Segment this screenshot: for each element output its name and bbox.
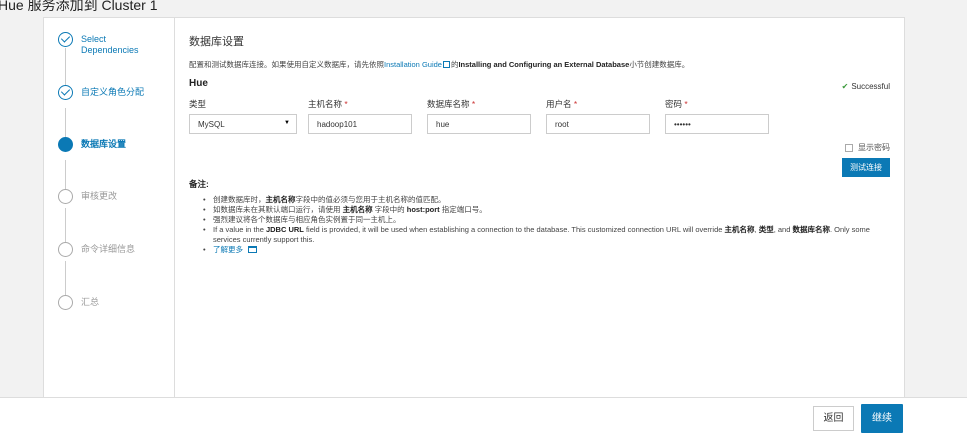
section-description: 配置和测试数据库连接。如果使用自定义数据库，请先依照Installation G…	[189, 60, 690, 69]
host-field: 主机名称 * hadoop101	[308, 98, 412, 134]
external-link-icon[interactable]	[442, 61, 450, 68]
password-input[interactable]: ••••••	[665, 114, 769, 134]
show-password-label: 显示密码	[858, 143, 890, 152]
list-item: 强烈建议将各个数据库与相应角色实例置于同一主机上。	[203, 215, 893, 225]
dbname-input[interactable]: hue	[427, 114, 531, 134]
back-button[interactable]: 返回	[813, 406, 854, 431]
window-icon[interactable]	[248, 246, 257, 253]
user-field: 用户名 * root	[546, 98, 650, 134]
required-mark: *	[471, 99, 476, 109]
service-name: Hue	[189, 78, 208, 89]
caret-down-icon: ▼	[284, 120, 290, 126]
required-mark: *	[573, 99, 578, 109]
main-content: 数据库设置 配置和测试数据库连接。如果使用自定义数据库，请先依照Installa…	[189, 18, 890, 397]
list-item: 如数据库未在其默认端口运行，请使用 主机名称 字段中的 host:port 指定…	[203, 205, 893, 215]
step-database-setup[interactable]: 数据库设置	[58, 137, 151, 152]
checkmark-icon: ✔	[841, 82, 849, 91]
wizard-steps: Select Dependencies 自定义角色分配 数据库设置 审核更改 命…	[44, 18, 175, 397]
filled-circle-icon	[58, 137, 73, 152]
password-field: 密码 * ••••••	[665, 98, 769, 134]
step-label: 自定义角色分配	[81, 87, 145, 97]
notes-title: 备注:	[189, 179, 209, 189]
status-text: Successful	[851, 82, 890, 91]
dbname-field: 数据库名称 * hue	[427, 98, 531, 134]
list-item: If a value in the JDBC URL field is prov…	[203, 225, 893, 245]
step-label: Select Dependencies	[81, 34, 139, 55]
step-summary: 汇总	[58, 295, 151, 310]
step-connector	[65, 261, 66, 297]
host-input[interactable]: hadoop101	[308, 114, 412, 134]
type-field: 类型 MySQL ▼	[189, 98, 297, 134]
installation-guide-link[interactable]: Installation Guide	[384, 60, 442, 69]
notes-list: 创建数据库时，主机名称字段中的值必须与您用于主机名称的值匹配。 如数据库未在其默…	[203, 195, 893, 255]
required-mark: *	[344, 99, 348, 109]
step-label: 命令详细信息	[81, 244, 136, 254]
check-circle-icon	[58, 32, 73, 47]
list-item: 了解更多	[203, 245, 893, 255]
section-title: 数据库设置	[189, 36, 244, 48]
step-custom-role-assignment[interactable]: 自定义角色分配	[58, 85, 151, 100]
type-select[interactable]: MySQL ▼	[189, 114, 297, 134]
check-circle-icon	[58, 85, 73, 100]
step-command-details: 命令详细信息	[58, 242, 151, 257]
host-label: 主机名称	[308, 99, 343, 109]
user-input[interactable]: root	[546, 114, 650, 134]
step-label: 审核更改	[81, 191, 118, 201]
required-mark: *	[684, 99, 688, 109]
test-connection-button[interactable]: 测试连接	[842, 158, 890, 177]
password-label: 密码	[665, 99, 683, 109]
step-label: 汇总	[81, 297, 100, 307]
step-connector	[65, 208, 66, 244]
step-review-changes: 审核更改	[58, 189, 151, 204]
list-item: 创建数据库时，主机名称字段中的值必须与您用于主机名称的值匹配。	[203, 195, 893, 205]
type-label: 类型	[189, 99, 207, 109]
dbname-label: 数据库名称	[427, 99, 470, 109]
show-password-checkbox[interactable]	[845, 143, 853, 152]
step-select-dependencies[interactable]: Select Dependencies	[58, 32, 151, 56]
user-label: 用户名	[546, 99, 572, 109]
step-label: 数据库设置	[81, 139, 127, 149]
continue-button[interactable]: 继续	[861, 404, 903, 433]
show-password-toggle[interactable]: 显示密码	[845, 142, 890, 153]
wizard-panel: Select Dependencies 自定义角色分配 数据库设置 审核更改 命…	[43, 17, 905, 397]
page-title: Hue 服务添加到 Cluster 1	[0, 0, 158, 13]
status-badge: ✔ Successful	[842, 82, 890, 91]
step-connector	[65, 160, 66, 190]
learn-more-link[interactable]: 了解更多	[213, 245, 243, 254]
empty-circle-icon	[58, 189, 73, 204]
empty-circle-icon	[58, 242, 73, 257]
empty-circle-icon	[58, 295, 73, 310]
wizard-footer: 返回 继续	[0, 397, 967, 435]
